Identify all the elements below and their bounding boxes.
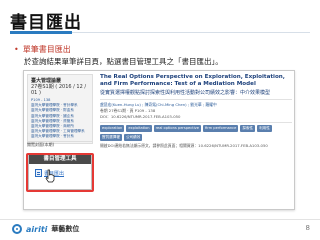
footer-divider [0, 219, 320, 220]
embedded-screenshot: 臺大管理論叢 27卷S1期 ( 2016 / 12 / 01 ) P109 - … [23, 70, 295, 210]
keyword-tag[interactable]: 公司績效 [123, 134, 143, 141]
article-title: The Real Options Perspective on Explorat… [100, 74, 285, 87]
journal-info-panel: 臺大管理論叢 27卷S1期 ( 2016 / 12 / 01 ) P109 - … [27, 74, 93, 144]
keyword-tag[interactable]: exploitation [126, 125, 152, 132]
doi-note: 開啟DOI連結若無法顯示原文，請參照此頁面；相關資源：10.6226/NTUMR… [100, 143, 268, 148]
airiti-logo-icon [12, 224, 22, 234]
page-number: 8 [305, 224, 310, 232]
cover-link[interactable]: 閱覽封面(本期) [27, 141, 93, 147]
keyword-tag[interactable]: real options perspective [153, 125, 201, 132]
divider [100, 122, 292, 123]
article-doi[interactable]: DOI：10.6226/NTUMR.2017.FEB.A103-050 [100, 114, 292, 120]
keyword-tag[interactable]: 實質選擇權 [100, 134, 122, 141]
title-accent-bar [10, 31, 72, 34]
divider [100, 99, 292, 100]
keyword-tag[interactable]: 利用性 [257, 125, 272, 132]
keyword-tag[interactable]: firm performance [202, 125, 239, 132]
keyword-list: exploration exploitation real options pe… [100, 125, 292, 141]
airiti-logo: airiti 華藝數位 [12, 224, 79, 234]
keyword-tag[interactable]: exploration [100, 125, 125, 132]
article-details: The Real Options Perspective on Explorat… [100, 74, 292, 149]
bullet-item: • 單筆書目匯出 [14, 44, 71, 55]
journal-issue[interactable]: 27卷S1期 ( 2016 / 12 / 01 ) [31, 84, 89, 96]
instruction-text: 於查詢結果單筆詳目頁，點選書目管理工具之「書目匯出」。 [24, 57, 223, 66]
journal-line[interactable]: 臺灣大學管理學院 · 會計系 [31, 134, 89, 139]
highlight-box [26, 153, 94, 192]
bullet-text: 單筆書目匯出 [22, 45, 71, 54]
keyword-tag[interactable]: 探索性 [240, 125, 256, 132]
logo-text-zh: 華藝數位 [51, 225, 80, 233]
article-title-zh: 從實質選擇權觀點探討探索性與利用性活動對公司績效之影響：中介效果模型 [100, 90, 271, 96]
logo-text-en: airiti [26, 224, 48, 234]
bullet-dot-icon: • [14, 45, 19, 54]
slide-title: 書目匯出 [10, 13, 82, 33]
